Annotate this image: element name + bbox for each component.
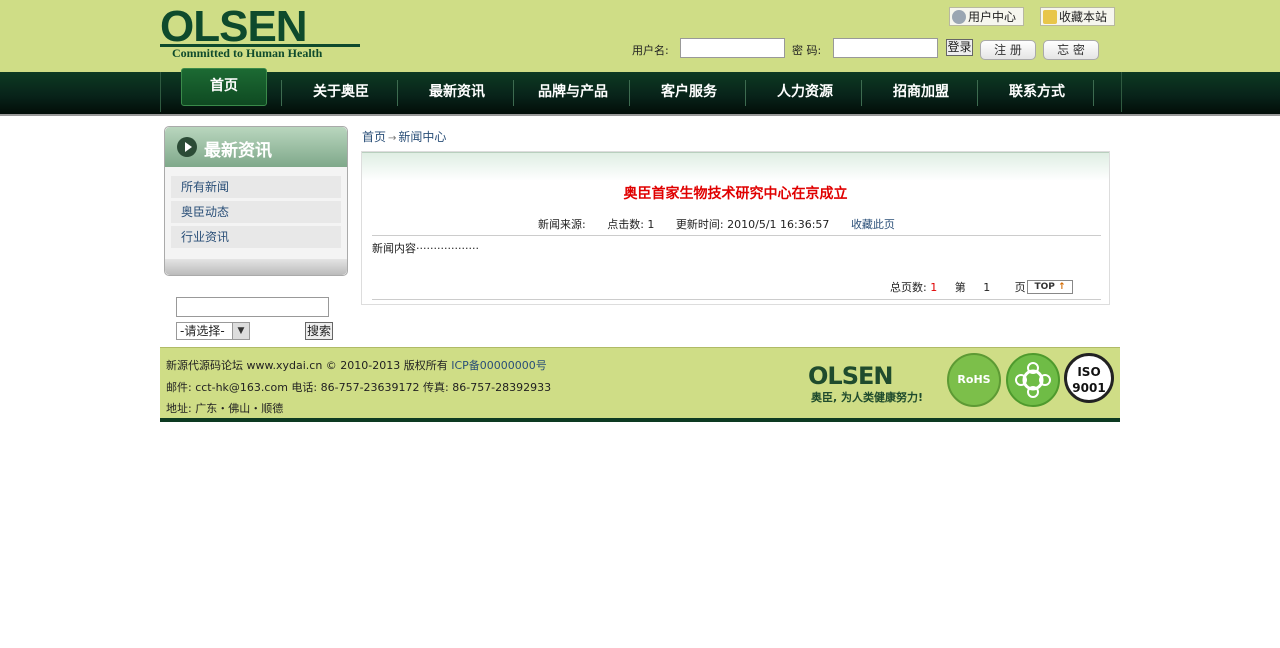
breadcrumb: 首页 → 新闻中心	[362, 128, 446, 145]
nav-item-contact[interactable]: 联系方式	[979, 72, 1095, 112]
sidebar-title: 最新资讯	[204, 141, 272, 161]
copyright-text: 新源代源码论坛 www.xydai.cn © 2010-2013 版权所有	[166, 359, 448, 372]
nav-separator	[397, 80, 398, 106]
nav-separator	[513, 80, 514, 106]
register-button[interactable]: 注 册	[980, 40, 1036, 60]
footer-logo-slogan: 奥臣, 为人类健康努力!	[811, 391, 924, 404]
category-select-value: -请选择-	[180, 324, 225, 338]
footer: 新源代源码论坛 www.xydai.cn © 2010-2013 版权所有 IC…	[160, 347, 1120, 419]
nav-separator	[281, 80, 282, 106]
footer-bottom-bar	[160, 418, 1120, 422]
iso-badge-label: ISO 9001	[1072, 365, 1106, 395]
nav-item-franchise[interactable]: 招商加盟	[863, 72, 979, 112]
nav-separator	[861, 80, 862, 106]
pager-page-suffix: 页	[1014, 281, 1026, 294]
password-input[interactable]	[833, 38, 938, 58]
environmental-seal-icon	[1006, 353, 1060, 407]
article-panel-header	[362, 152, 1109, 181]
pager-page[interactable]: 1	[983, 281, 990, 294]
bookmark-site-button[interactable]: 收藏本站	[1040, 7, 1115, 26]
nav-item-about[interactable]: 关于奥臣	[283, 72, 399, 112]
bookmark-label: 收藏本站	[1059, 10, 1108, 24]
news-sidebar: 最新资讯 所有新闻 奥臣动态 行业资讯	[164, 126, 348, 276]
pager: 总页数: 1 第 1 页	[890, 279, 1026, 295]
sidebar-item-company-news[interactable]: 奥臣动态	[171, 201, 341, 223]
rohs-badge-label: RoHS	[957, 373, 991, 386]
top-label: TOP	[1034, 282, 1055, 292]
click-count: 点击数: 1	[607, 218, 655, 231]
nav-separator	[629, 80, 630, 106]
footer-logo: OLSEN 奥臣, 为人类健康努力!	[808, 362, 932, 404]
article-title: 奥臣首家生物技术研究中心在京成立	[623, 186, 848, 202]
article-panel: 奥臣首家生物技术研究中心在京成立 新闻来源: 点击数: 1 更新时间: 2010…	[361, 151, 1110, 305]
username-input[interactable]	[680, 38, 785, 58]
divider	[372, 299, 1101, 300]
breadcrumb-news-center[interactable]: 新闻中心	[398, 130, 446, 144]
forgot-password-button[interactable]: 忘 密	[1043, 40, 1099, 60]
footer-logo-wordmark: OLSEN	[808, 362, 893, 390]
update-time: 更新时间: 2010/5/1 16:36:57	[675, 218, 830, 231]
article-body: 新闻内容··················	[372, 242, 479, 255]
logo-tagline: Committed to Human Health	[172, 46, 323, 60]
play-icon	[177, 137, 197, 157]
sidebar-header: 最新资讯	[165, 127, 347, 167]
folder-icon	[1043, 10, 1057, 24]
user-center-label: 用户中心	[968, 10, 1017, 24]
pager-total: 1	[930, 281, 938, 294]
sidebar-item-industry-news[interactable]: 行业资讯	[171, 226, 341, 248]
footer-address: 地址: 广东・佛山・顺德	[166, 402, 284, 415]
rohs-badge-icon: RoHS	[947, 353, 1001, 407]
user-center-button[interactable]: 用户中心	[949, 7, 1024, 26]
footer-copyright: 新源代源码论坛 www.xydai.cn © 2010-2013 版权所有 IC…	[166, 357, 547, 373]
back-to-top-button[interactable]: TOP ↑	[1027, 280, 1073, 294]
category-select[interactable]: -请选择- ▼	[176, 322, 250, 340]
arrow-right-icon: →	[388, 133, 397, 144]
sidebar-footer	[165, 259, 347, 275]
search-input[interactable]	[176, 297, 329, 317]
nav-item-brands[interactable]: 品牌与产品	[515, 72, 631, 112]
nav-inner: 首页 关于奥臣 最新资讯 品牌与产品 客户服务 人力资源 招商加盟 联系方式	[160, 68, 1122, 112]
pager-total-label: 总页数:	[890, 281, 927, 294]
nav-item-hr[interactable]: 人力资源	[747, 72, 863, 112]
nav-separator	[977, 80, 978, 106]
icp-link[interactable]: ICP备00000000号	[451, 359, 547, 372]
nav-separator	[745, 80, 746, 106]
user-icon	[952, 10, 966, 24]
favorite-page-link[interactable]: 收藏此页	[851, 218, 895, 231]
arrow-up-icon: ↑	[1057, 282, 1066, 292]
search-button[interactable]: 搜索	[305, 322, 333, 340]
chevron-down-icon: ▼	[232, 323, 249, 339]
pager-page-prefix: 第	[954, 281, 966, 294]
header: OLSEN Committed to Human Health 用户中心 收藏本…	[0, 0, 1280, 72]
flower-icon	[1015, 362, 1051, 398]
login-button[interactable]: 登录	[946, 39, 973, 56]
breadcrumb-home[interactable]: 首页	[362, 130, 386, 144]
main-nav: 首页 关于奥臣 最新资讯 品牌与产品 客户服务 人力资源 招商加盟 联系方式	[0, 68, 1280, 116]
footer-contact: 邮件: cct-hk@163.com 电话: 86-757-23639172 传…	[166, 381, 552, 394]
nav-item-home[interactable]: 首页	[181, 68, 267, 106]
nav-separator	[1093, 80, 1094, 106]
olsen-logo[interactable]: OLSEN Committed to Human Health	[160, 2, 360, 60]
sidebar-item-all-news[interactable]: 所有新闻	[171, 176, 341, 198]
nav-item-news[interactable]: 最新资讯	[399, 72, 515, 112]
nav-item-service[interactable]: 客户服务	[631, 72, 747, 112]
article-meta: 新闻来源: 点击数: 1 更新时间: 2010/5/1 16:36:57 收藏此…	[538, 216, 913, 232]
divider	[372, 235, 1101, 236]
news-source: 新闻来源:	[538, 218, 586, 231]
password-label: 密 码:	[792, 44, 822, 57]
username-label: 用户名:	[632, 44, 669, 57]
iso-badge-icon: ISO 9001	[1064, 353, 1114, 403]
